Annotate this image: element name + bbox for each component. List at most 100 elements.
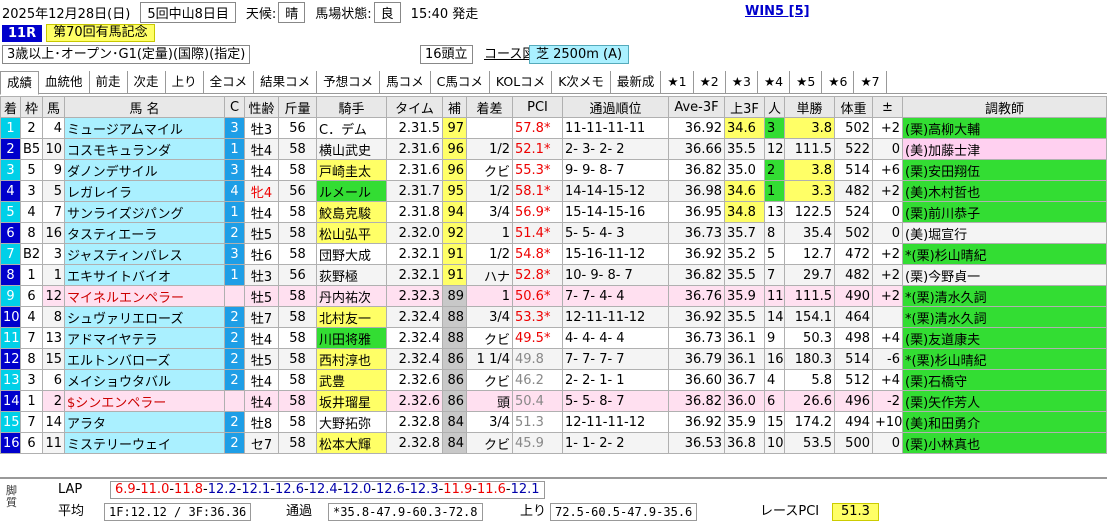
cell-name[interactable]: レガレイラ — [64, 180, 225, 202]
column-header[interactable]: C — [224, 96, 245, 118]
column-header[interactable]: 性齢 — [244, 96, 279, 118]
column-header[interactable]: 体重 — [834, 96, 873, 118]
cell-pop: 6 — [764, 390, 785, 412]
column-header[interactable]: Ave-3F — [668, 96, 725, 118]
cell-name[interactable]: ミステリーウェイ — [64, 432, 225, 454]
column-header[interactable]: 上3F — [724, 96, 765, 118]
table-row[interactable]: 14 1 2 $シンエンペラー 牡4 58 坂井瑠星 2.32.6 86 頭 50.4 5- 5- 8… — [0, 390, 1107, 412]
cell-f3: 36.0 — [724, 390, 765, 412]
cell-name[interactable]: タスティエーラ — [64, 222, 225, 244]
cell-c: 1 — [224, 264, 245, 286]
column-header[interactable]: 着 — [0, 96, 21, 118]
table-row[interactable]: 8 1 1 エキサイトバイオ 1 牡3 56 荻野極 2.32.1 91 ハナ 52.8* 10- 9-… — [0, 264, 1107, 286]
column-header[interactable]: 通過順位 — [562, 96, 669, 118]
cell-name[interactable]: アラタ — [64, 411, 225, 433]
agari-value: 72.5-60.5-47.9-35.6 — [550, 503, 698, 521]
cell-name[interactable]: $シンエンペラー — [64, 390, 225, 412]
table-row[interactable]: 11 7 13 アドマイヤテラ 2 牡4 58 川田将雅 2.32.4 88 クビ 49.5* 4- 4… — [0, 327, 1107, 349]
table-row[interactable]: 3 5 9 ダノンデサイル 3 牡4 58 戸崎圭太 2.31.6 96 クビ 55.3* 9- 9- … — [0, 159, 1107, 181]
cell-name[interactable]: エルトンバローズ — [64, 348, 225, 370]
column-header[interactable]: ± — [872, 96, 903, 118]
tab-10[interactable]: KOLコメ — [490, 71, 553, 93]
table-row[interactable]: 10 4 8 シュヴァリエローズ 2 牡7 58 北村友一 2.32.4 88 3/4 53.3* 12… — [0, 306, 1107, 328]
avg-value: 1F:12.12 / 3F:36.36 — [104, 503, 252, 521]
tab-9[interactable]: C馬コメ — [431, 71, 490, 93]
tab-3[interactable]: 次走 — [128, 71, 166, 93]
race-title-line: 11R 第70回有馬記念 — [2, 24, 155, 42]
tab-19[interactable]: ★7 — [854, 71, 887, 93]
cell-kin: 58 — [278, 411, 317, 433]
column-header[interactable]: 単勝 — [784, 96, 835, 118]
column-header[interactable]: 斤量 — [278, 96, 317, 118]
cell-name[interactable]: コスモキュランダ — [64, 138, 225, 160]
course-map-link[interactable]: コース図 — [484, 45, 535, 64]
table-row[interactable]: 2 B5 10 コスモキュランダ 1 牡4 58 横山武史 2.31.6 96 1/2 52.1* 2-… — [0, 138, 1107, 160]
cell-pm: +4 — [872, 327, 903, 349]
cell-name[interactable]: ジャスティンパレス — [64, 243, 225, 265]
table-row[interactable]: 4 3 5 レガレイラ 4 牝4 56 ルメール 2.31.7 95 1/2 58.1* 14-14-1… — [0, 180, 1107, 202]
cell-pos: 7 — [0, 243, 21, 265]
cell-time: 2.32.8 — [386, 411, 443, 433]
table-body: 1 2 4 ミュージアムマイル 3 牡3 56 C．デム 2.31.5 97 57.8* 11-11-… — [0, 117, 1107, 454]
tab-6[interactable]: 結果コメ — [254, 71, 318, 93]
cell-no: 5 — [42, 180, 65, 202]
tab-7[interactable]: 予想コメ — [317, 71, 381, 93]
cell-odds: 111.5 — [784, 138, 835, 160]
cell-odds: 12.7 — [784, 243, 835, 265]
tab-11[interactable]: K次メモ — [552, 71, 611, 93]
cell-pci: 50.6* — [512, 285, 563, 307]
win5-link[interactable]: WIN5 [5] — [745, 4, 810, 19]
cell-name[interactable]: アドマイヤテラ — [64, 327, 225, 349]
tsuka-value: *35.8-47.9-60.3-72.8 — [328, 503, 483, 521]
column-header[interactable]: タイム — [386, 96, 443, 118]
table-row[interactable]: 13 3 6 メイショウタバル 2 牡4 58 武豊 2.32.6 86 クビ 46.2 2- 2- 1… — [0, 369, 1107, 391]
cell-name[interactable]: ミュージアムマイル — [64, 117, 225, 139]
table-row[interactable]: 9 6 12 マイネルエンペラー 牡5 58 丹内祐次 2.32.3 89 1 50.6* 7- 7-… — [0, 285, 1107, 307]
tab-13[interactable]: ★1 — [661, 71, 694, 93]
cell-kin: 58 — [278, 138, 317, 160]
tab-4[interactable]: 上り — [166, 71, 204, 93]
column-header[interactable]: 補 — [442, 96, 467, 118]
cell-name[interactable]: サンライズジパング — [64, 201, 225, 223]
table-row[interactable]: 7 B2 3 ジャスティンパレス 3 牡6 58 団野大成 2.32.1 91 1/2 54.8* 15… — [0, 243, 1107, 265]
column-header[interactable]: 馬 名 — [64, 96, 225, 118]
cell-pop: 7 — [764, 264, 785, 286]
tab-17[interactable]: ★5 — [790, 71, 823, 93]
tab-5[interactable]: 全コメ — [204, 71, 255, 93]
tab-0[interactable]: 成績 — [0, 71, 40, 95]
cell-waku: 2 — [20, 117, 43, 139]
column-header[interactable]: 調教師 — [902, 96, 1107, 118]
cell-pm: +2 — [872, 243, 903, 265]
cell-name[interactable]: エキサイトバイオ — [64, 264, 225, 286]
tab-15[interactable]: ★3 — [726, 71, 758, 93]
cell-pass: 1- 1- 2- 2 — [562, 432, 669, 454]
cell-pos: 6 — [0, 222, 21, 244]
table-row[interactable]: 16 6 11 ミステリーウェイ 2 セ7 58 松本大輝 2.32.8 84 クビ 45.9 1- 1… — [0, 432, 1107, 454]
column-header[interactable]: PCI — [512, 96, 563, 118]
table-row[interactable]: 1 2 4 ミュージアムマイル 3 牡3 56 C．デム 2.31.5 97 57.8* 11-11-… — [0, 117, 1107, 139]
cell-name[interactable]: ダノンデサイル — [64, 159, 225, 181]
tab-12[interactable]: 最新成 — [611, 71, 662, 93]
tab-14[interactable]: ★2 — [694, 71, 726, 93]
column-header[interactable]: 枠 — [20, 96, 43, 118]
cell-pop: 15 — [764, 411, 785, 433]
cell-pos: 8 — [0, 264, 21, 286]
table-row[interactable]: 15 7 14 アラタ 2 牡8 58 大野拓弥 2.32.8 84 3/4 51.3 12-11-11… — [0, 411, 1107, 433]
table-row[interactable]: 12 8 15 エルトンバローズ 2 牡5 58 西村淳也 2.32.4 86 1 1/4 49.8 7… — [0, 348, 1107, 370]
tab-8[interactable]: 馬コメ — [380, 71, 431, 93]
table-row[interactable]: 5 4 7 サンライズジパング 1 牡4 58 鮫島克駿 2.31.8 94 3/4 56.9* 15-… — [0, 201, 1107, 223]
cell-name[interactable]: マイネルエンペラー — [64, 285, 225, 307]
course-distance: 芝 2500m (A) — [529, 45, 630, 64]
table-row[interactable]: 6 8 16 タスティエーラ 2 牡5 58 松山弘平 2.32.0 92 1 51.4* 5- 5- … — [0, 222, 1107, 244]
column-header[interactable]: 馬 — [42, 96, 65, 118]
column-header[interactable]: 人 — [764, 96, 785, 118]
tab-1[interactable]: 血統他 — [39, 71, 90, 93]
cell-name[interactable]: シュヴァリエローズ — [64, 306, 225, 328]
column-header[interactable]: 着差 — [466, 96, 513, 118]
tab-16[interactable]: ★4 — [758, 71, 791, 93]
column-header[interactable]: 騎手 — [316, 96, 387, 118]
cell-name[interactable]: メイショウタバル — [64, 369, 225, 391]
tab-18[interactable]: ★6 — [822, 71, 855, 93]
tab-2[interactable]: 前走 — [90, 71, 128, 93]
cell-wt: 502 — [834, 222, 873, 244]
